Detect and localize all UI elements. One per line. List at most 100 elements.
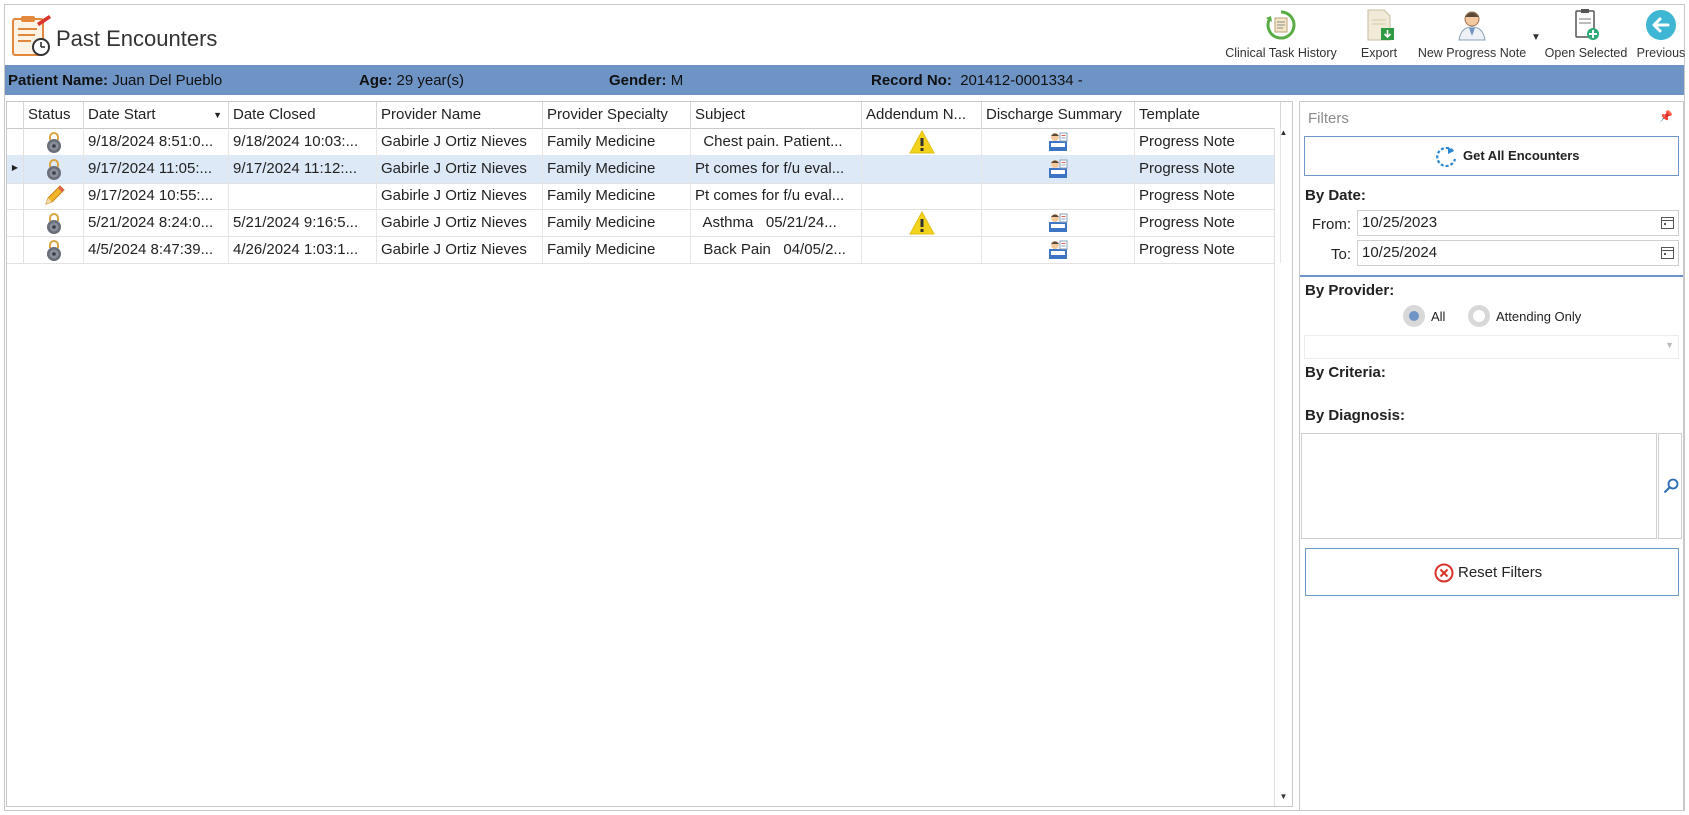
cell-discharge-icon	[982, 236, 1135, 263]
column-header-addendum[interactable]: Addendum N...	[862, 102, 982, 128]
table-row[interactable]: ▶ 9/17/2024 11:05:... 9/17/2024 11:12:... G…	[7, 155, 1281, 184]
table-row[interactable]: 9/18/2024 8:51:0... 9/18/2024 10:03:... Ga…	[7, 128, 1281, 156]
new-progress-note-dropdown-icon[interactable]: ▼	[1531, 32, 1541, 43]
reset-filters-button[interactable]: Reset Filters	[1305, 548, 1679, 596]
lock-icon	[45, 158, 63, 181]
table-row[interactable]: 4/5/2024 8:47:39... 4/26/2024 1:03:1... Ga…	[7, 236, 1281, 264]
to-date-input[interactable]: 10/25/2024	[1357, 240, 1679, 266]
cell-template: Progress Note	[1135, 183, 1281, 209]
cell-provider: Gabirle J Ortiz Nieves	[377, 236, 543, 263]
cell-status-icon	[24, 236, 84, 263]
new-progress-note-button[interactable]: New Progress Note	[1416, 8, 1528, 64]
cell-addendum-icon	[862, 128, 982, 155]
cell-subject: Pt comes for f/u eval...	[691, 155, 862, 183]
open-selected-button[interactable]: Open Selected	[1543, 8, 1629, 64]
record-number: 201412-0001334 -	[960, 72, 1083, 89]
cell-subject: Asthma 05/21/24...	[691, 209, 862, 236]
row-indicator[interactable]	[7, 236, 24, 263]
pin-icon[interactable]: 📌	[1659, 110, 1673, 123]
to-label: To:	[1330, 246, 1351, 263]
column-header-discharge-summary[interactable]: Discharge Summary	[982, 102, 1135, 128]
sort-descending-icon: ▼	[213, 110, 222, 120]
cell-specialty: Family Medicine	[543, 183, 691, 209]
provider-select[interactable]: ▼	[1304, 335, 1679, 359]
cell-specialty: Family Medicine	[543, 128, 691, 155]
cell-template: Progress Note	[1135, 155, 1281, 183]
from-date-input[interactable]: 10/25/2023	[1357, 210, 1679, 236]
patient-name-field: Patient Name: Juan Del Pueblo	[8, 72, 223, 89]
cell-provider: Gabirle J Ortiz Nieves	[377, 209, 543, 236]
row-indicator-header	[7, 102, 24, 128]
discharge-summary-icon	[1046, 239, 1070, 261]
column-header-template[interactable]: Template	[1135, 102, 1281, 128]
calendar-icon[interactable]	[1661, 216, 1674, 229]
previous-button[interactable]: Previous	[1635, 8, 1687, 64]
patient-name: Juan Del Pueblo	[112, 72, 223, 89]
cell-status-icon	[24, 183, 84, 209]
table-row[interactable]: 9/17/2024 10:55:... Gabirle J Ortiz Nieve…	[7, 183, 1281, 210]
scroll-down-icon[interactable]: ▼	[1275, 792, 1292, 806]
export-button[interactable]: Export	[1351, 8, 1407, 64]
cell-status-icon	[24, 209, 84, 236]
past-encounters-logo-icon	[12, 15, 51, 56]
column-header-subject[interactable]: Subject	[691, 102, 862, 128]
cell-date-start: 9/17/2024 10:55:...	[84, 183, 229, 209]
discharge-summary-icon	[1046, 131, 1070, 153]
cell-addendum-icon	[862, 209, 982, 236]
cell-subject: Pt comes for f/u eval...	[691, 183, 862, 209]
cell-date-closed: 4/26/2024 1:03:1...	[229, 236, 377, 263]
patient-banner: Patient Name: Juan Del Pueblo Age: 29 ye…	[5, 65, 1684, 95]
column-header-provider-specialty[interactable]: Provider Specialty	[543, 102, 691, 128]
row-indicator[interactable]	[7, 128, 24, 155]
cell-date-start: 5/21/2024 8:24:0...	[84, 209, 229, 236]
filters-panel: Filters 📌 Get All Encounters By Date: Fr…	[1299, 101, 1684, 811]
cell-status-icon	[24, 155, 84, 183]
doctor-icon	[1458, 11, 1486, 41]
cell-addendum-icon	[862, 183, 982, 209]
search-icon	[1663, 478, 1679, 494]
open-selected-icon	[1575, 9, 1599, 40]
by-date-label: By Date:	[1305, 187, 1366, 204]
column-header-status[interactable]: Status	[24, 102, 84, 128]
diagnosis-search-button[interactable]	[1658, 433, 1682, 539]
pencil-icon	[42, 184, 66, 208]
column-header-date-closed[interactable]: Date Closed	[229, 102, 377, 128]
warning-icon	[908, 210, 935, 235]
cell-provider: Gabirle J Ortiz Nieves	[377, 128, 543, 155]
vertical-scrollbar[interactable]: ▲ ▼	[1274, 128, 1292, 806]
by-criteria-label: By Criteria:	[1305, 364, 1386, 381]
header: Past Encounters Clinical Task History Ex…	[5, 5, 1687, 64]
grid-header: Status Date Start ▼ Date Closed Provider…	[7, 102, 1281, 129]
clinical-task-history-button[interactable]: Clinical Task History	[1223, 8, 1339, 64]
patient-age-field: Age: 29 year(s)	[359, 72, 465, 89]
cell-subject: Chest pain. Patient...	[691, 128, 862, 155]
date-section-divider	[1300, 275, 1683, 277]
filters-title: Filters	[1308, 110, 1349, 127]
row-indicator[interactable]: ▶	[7, 155, 24, 183]
get-all-encounters-button[interactable]: Get All Encounters	[1304, 136, 1679, 176]
patient-gender-field: Gender: M	[609, 72, 684, 89]
by-provider-label: By Provider:	[1305, 282, 1395, 299]
cell-template: Progress Note	[1135, 209, 1281, 236]
table-row[interactable]: 5/21/2024 8:24:0... 5/21/2024 9:16:5... Ga…	[7, 209, 1281, 237]
scroll-up-icon[interactable]: ▲	[1275, 128, 1292, 142]
row-indicator[interactable]	[7, 183, 24, 209]
column-header-provider-name[interactable]: Provider Name	[377, 102, 543, 128]
chevron-down-icon: ▼	[1665, 340, 1674, 350]
cell-discharge-icon	[982, 155, 1135, 183]
patient-age: 29 year(s)	[396, 72, 465, 89]
column-header-date-start[interactable]: Date Start ▼	[84, 102, 229, 128]
export-icon	[1367, 9, 1394, 41]
cell-template: Progress Note	[1135, 128, 1281, 155]
page-title: Past Encounters	[56, 26, 218, 51]
diagnosis-input[interactable]	[1301, 433, 1657, 539]
warning-icon	[908, 129, 935, 154]
discharge-summary-icon	[1046, 212, 1070, 234]
cell-date-start: 9/18/2024 8:51:0...	[84, 128, 229, 155]
cell-discharge-icon	[982, 183, 1135, 209]
from-label: From:	[1311, 216, 1351, 233]
calendar-icon[interactable]	[1661, 246, 1674, 259]
patient-gender: M	[670, 72, 684, 89]
row-indicator[interactable]	[7, 209, 24, 236]
lock-icon	[45, 131, 63, 154]
